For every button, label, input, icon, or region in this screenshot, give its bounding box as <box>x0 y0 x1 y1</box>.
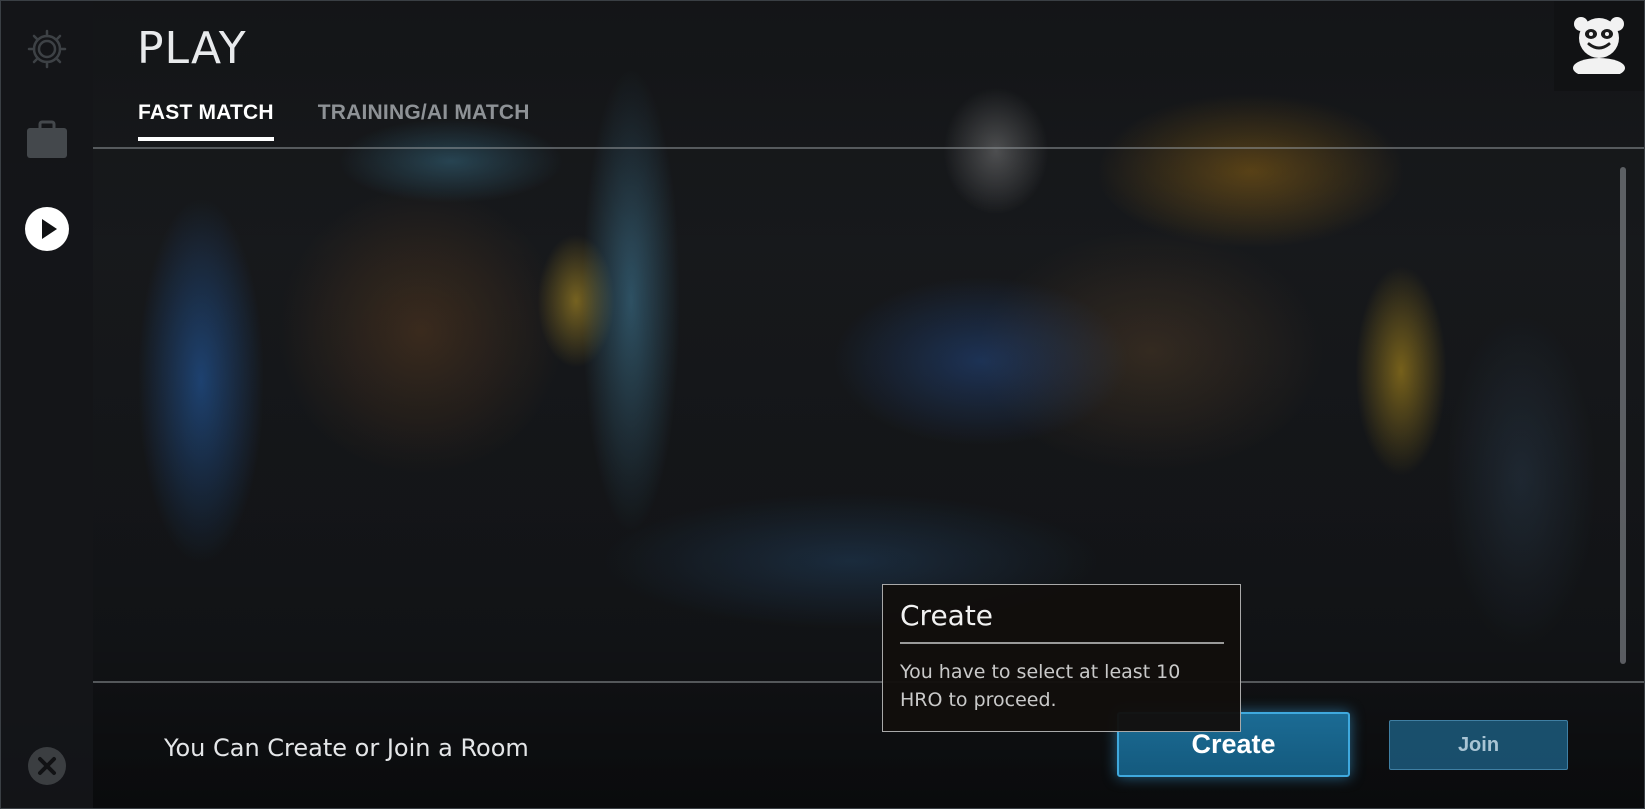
header-divider <box>93 147 1644 149</box>
content-scrollbar[interactable] <box>1620 167 1626 664</box>
settings-button[interactable] <box>25 29 69 73</box>
close-icon <box>28 747 66 789</box>
exit-button[interactable] <box>25 746 69 790</box>
play-nav-button[interactable] <box>25 207 69 255</box>
room-instruction-text: You Can Create or Join a Room <box>164 734 529 762</box>
briefcase-icon <box>26 120 68 164</box>
tab-training-ai-match[interactable]: TRAINING/AI MATCH <box>318 101 530 141</box>
game-screen: PLAY FAST MATCH TRAINING/AI MATCH You Ca… <box>0 0 1645 809</box>
page-title: PLAY <box>137 23 247 74</box>
tooltip-body: You have to select at least 10 HRO to pr… <box>900 661 1181 711</box>
tab-bar: FAST MATCH TRAINING/AI MATCH <box>138 101 530 141</box>
join-room-button[interactable]: Join <box>1389 720 1568 770</box>
panda-avatar-icon <box>1569 14 1629 78</box>
inventory-button[interactable] <box>25 120 69 164</box>
tab-fast-match[interactable]: FAST MATCH <box>138 101 274 141</box>
play-icon <box>25 207 69 255</box>
gear-icon <box>27 27 67 75</box>
create-tooltip: Create You have to select at least 10 HR… <box>882 584 1241 732</box>
sidebar <box>1 1 93 808</box>
footer-divider <box>93 681 1644 683</box>
profile-avatar-button[interactable] <box>1554 1 1644 91</box>
tooltip-title: Create <box>900 599 1224 644</box>
